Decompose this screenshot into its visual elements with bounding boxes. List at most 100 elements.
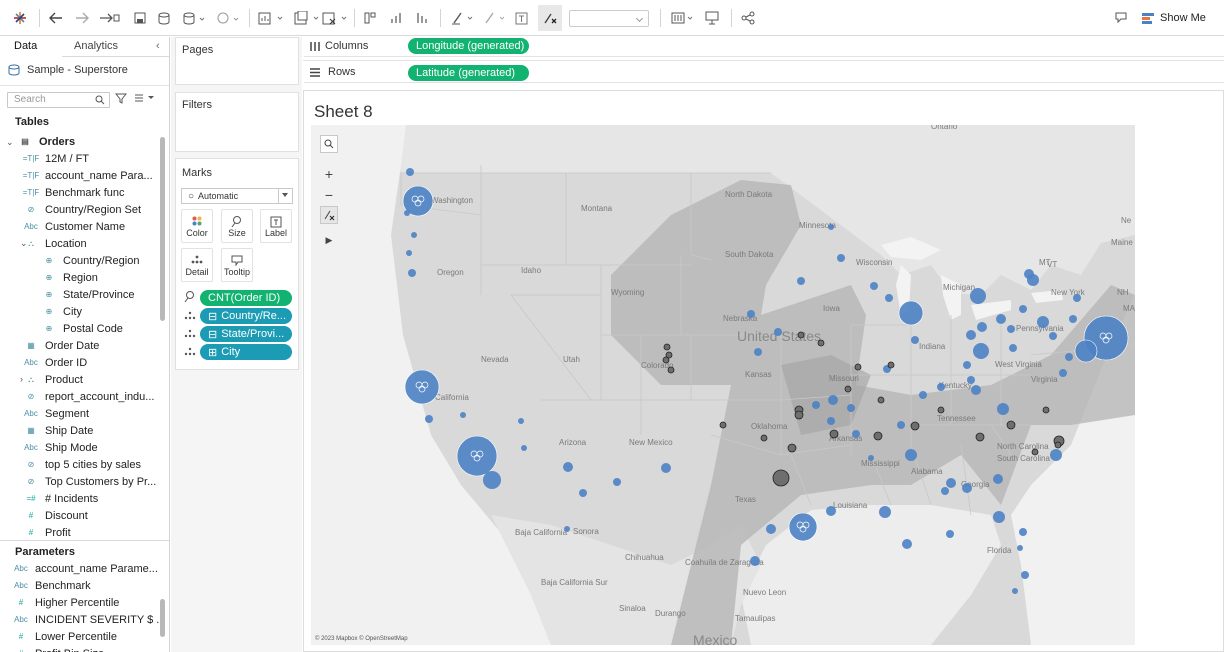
tableau-logo-icon[interactable] bbox=[10, 0, 30, 36]
city-mark[interactable] bbox=[1065, 353, 1073, 361]
detail-button[interactable]: Detail bbox=[181, 248, 213, 282]
city-mark[interactable] bbox=[661, 463, 671, 473]
show-mark-labels-icon[interactable] bbox=[512, 0, 532, 36]
tooltip-button[interactable]: Tooltip bbox=[221, 248, 253, 282]
city-mark[interactable] bbox=[797, 277, 805, 285]
city-mark[interactable] bbox=[973, 343, 989, 359]
city-mark[interactable] bbox=[766, 524, 776, 534]
field-item[interactable]: =# # Incidents bbox=[24, 490, 98, 507]
field-item[interactable]: # Discount bbox=[24, 507, 88, 524]
selected-city-mark[interactable] bbox=[854, 363, 862, 371]
color-button[interactable]: Color bbox=[181, 209, 213, 243]
field-item[interactable]: ⊕ City bbox=[42, 303, 82, 320]
field-item[interactable]: =T|F Benchmark func bbox=[23, 184, 125, 201]
selected-city-mark[interactable] bbox=[829, 429, 839, 439]
field-item[interactable]: Abc Customer Name bbox=[24, 218, 125, 235]
field-item[interactable]: Abc Ship Mode bbox=[24, 439, 98, 456]
field-item[interactable]: ⊕ State/Province bbox=[42, 286, 135, 303]
selected-city-mark[interactable] bbox=[910, 421, 920, 431]
city-mark[interactable] bbox=[1012, 588, 1018, 594]
city-mark[interactable] bbox=[898, 300, 924, 326]
group-members-icon[interactable] bbox=[480, 0, 510, 36]
city-mark[interactable] bbox=[946, 478, 956, 488]
parameter-item[interactable]: Abc account_name Parame... bbox=[14, 560, 158, 577]
filter-fields-icon[interactable] bbox=[114, 93, 128, 107]
view-options-icon[interactable] bbox=[134, 93, 156, 106]
city-mark[interactable] bbox=[905, 449, 917, 461]
city-mark[interactable] bbox=[425, 415, 433, 423]
field-item[interactable]: ⊕ Postal Code bbox=[42, 320, 123, 337]
map-canvas[interactable]: OntarioWashingtonMontanaNorth DakotaMinn… bbox=[311, 125, 1135, 645]
map-search-icon[interactable] bbox=[320, 135, 338, 153]
city-mark[interactable] bbox=[963, 361, 971, 369]
city-mark[interactable] bbox=[941, 487, 949, 495]
size-button[interactable]: Size bbox=[221, 209, 253, 243]
field-item[interactable]: ⛬ Product bbox=[24, 371, 83, 388]
city-mark[interactable] bbox=[827, 417, 835, 425]
fit-dropdown[interactable] bbox=[569, 10, 649, 27]
city-mark[interactable] bbox=[1009, 344, 1017, 352]
city-mark[interactable] bbox=[521, 445, 527, 451]
city-mark[interactable] bbox=[828, 395, 838, 405]
save-icon[interactable] bbox=[130, 0, 150, 36]
city-mark[interactable] bbox=[847, 404, 855, 412]
city-mark[interactable] bbox=[406, 250, 412, 256]
field-item[interactable]: ⊘ top 5 cities by sales bbox=[24, 456, 141, 473]
refresh-icon[interactable] bbox=[214, 0, 244, 36]
field-item[interactable]: Abc Segment bbox=[24, 405, 89, 422]
orders-collapse-icon[interactable]: ⌄ bbox=[6, 137, 14, 148]
city-mark[interactable] bbox=[868, 455, 874, 461]
city-mark[interactable] bbox=[826, 506, 836, 516]
filters-card[interactable]: Filters bbox=[175, 92, 299, 152]
state-province-pill[interactable]: ⊟ State/Provi... bbox=[200, 326, 292, 342]
city-mark[interactable] bbox=[1017, 545, 1023, 551]
city-mark[interactable] bbox=[1059, 369, 1067, 377]
city-mark[interactable] bbox=[1021, 571, 1029, 579]
city-mark[interactable] bbox=[828, 224, 834, 230]
sort-descending-icon[interactable] bbox=[412, 0, 432, 36]
expand-chevron-icon[interactable]: › bbox=[20, 374, 23, 384]
city-mark[interactable] bbox=[1050, 449, 1062, 461]
new-worksheet-icon[interactable] bbox=[254, 0, 288, 36]
city-mark[interactable] bbox=[563, 462, 573, 472]
city-mark[interactable] bbox=[946, 530, 954, 538]
collapse-pane-icon[interactable]: ‹ bbox=[156, 37, 160, 57]
city-mark[interactable] bbox=[1037, 316, 1049, 328]
rows-shelf[interactable]: Rows Latitude (generated) bbox=[304, 63, 1224, 83]
city-mark[interactable] bbox=[788, 512, 818, 542]
city-mark[interactable] bbox=[879, 506, 891, 518]
parameters-scrollbar[interactable] bbox=[160, 599, 165, 637]
field-item[interactable]: ⊘ Country/Region Set bbox=[24, 201, 141, 218]
city-mark[interactable] bbox=[937, 383, 945, 391]
expand-chevron-icon[interactable]: ⌄ bbox=[20, 238, 28, 249]
city-mark[interactable] bbox=[747, 310, 755, 318]
mark-type-dropdown[interactable]: ○ Automatic bbox=[181, 188, 293, 204]
city-mark[interactable] bbox=[1007, 325, 1015, 333]
presentation-mode-icon[interactable] bbox=[702, 0, 722, 36]
pages-card[interactable]: Pages bbox=[175, 37, 299, 85]
parameter-item[interactable]: Abc Benchmark bbox=[14, 577, 91, 594]
selected-city-mark[interactable] bbox=[663, 343, 671, 351]
city-mark[interactable] bbox=[812, 401, 820, 409]
zoom-in-icon[interactable]: + bbox=[320, 164, 338, 184]
city-mark[interactable] bbox=[993, 474, 1003, 484]
city-mark[interactable] bbox=[518, 418, 524, 424]
selected-city-mark[interactable] bbox=[760, 434, 768, 442]
city-mark[interactable] bbox=[456, 435, 498, 477]
city-mark[interactable] bbox=[483, 471, 501, 489]
city-mark[interactable] bbox=[870, 282, 878, 290]
data-source[interactable]: Sample - Superstore bbox=[8, 61, 128, 79]
cnt-order-id-pill[interactable]: CNT(Order ID) bbox=[200, 290, 292, 306]
tab-data[interactable]: Data bbox=[14, 37, 37, 57]
city-mark[interactable] bbox=[966, 330, 976, 340]
city-mark[interactable] bbox=[1024, 269, 1034, 279]
show-hide-cards-icon[interactable] bbox=[668, 0, 698, 36]
field-item[interactable]: # Profit bbox=[24, 524, 71, 541]
share-icon[interactable] bbox=[738, 0, 758, 36]
city-mark[interactable] bbox=[837, 254, 845, 262]
city-mark[interactable] bbox=[1049, 332, 1057, 340]
selected-city-mark[interactable] bbox=[719, 421, 727, 429]
field-item[interactable]: ⛬ Location bbox=[24, 235, 86, 252]
city-mark[interactable] bbox=[997, 403, 1009, 415]
selected-city-mark[interactable] bbox=[662, 356, 670, 364]
